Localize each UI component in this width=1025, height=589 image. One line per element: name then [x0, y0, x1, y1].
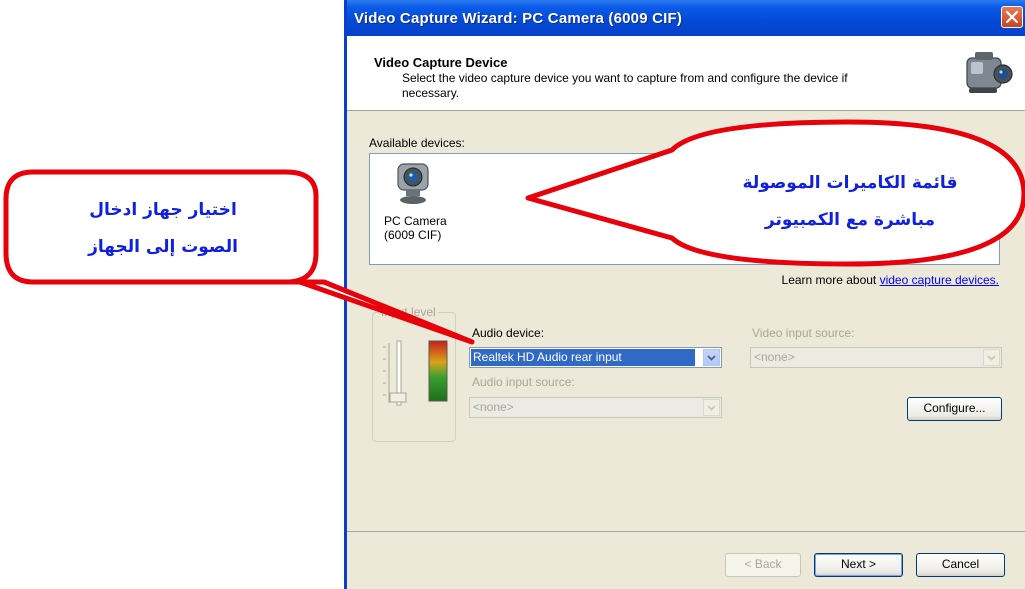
header-title: Video Capture Device — [374, 55, 508, 70]
device-item-label: PC Camera (6009 CIF) — [384, 214, 447, 242]
video-input-source-value: <none> — [754, 350, 795, 364]
input-level-slider[interactable] — [373, 313, 455, 441]
audio-device-label: Audio device: — [472, 326, 545, 340]
learn-more-text: Learn more about video capture devices. — [782, 273, 999, 287]
video-input-source-dropdown[interactable] — [983, 349, 1000, 366]
audio-input-source-dropdown[interactable] — [703, 399, 720, 416]
chevron-down-icon — [987, 355, 996, 361]
right-callout-line1: قائمة الكاميرات الموصولة — [742, 173, 958, 193]
audio-input-source-select[interactable]: <none> — [469, 397, 722, 418]
back-button[interactable]: < Back — [725, 553, 801, 577]
right-callout-line2: مباشرة مع الكمبيوتر — [764, 210, 936, 230]
footer-divider — [347, 531, 1025, 532]
audio-device-select[interactable]: Realtek HD Audio rear input — [469, 347, 722, 368]
wizard-header: Video Capture Device Select the video ca… — [347, 36, 1025, 111]
left-callout-text: اختيار جهاز ادخال الصوت إلى الجهاز — [18, 192, 308, 266]
window-title: Video Capture Wizard: PC Camera (6009 CI… — [354, 10, 683, 27]
video-input-source-select[interactable]: <none> — [750, 347, 1002, 368]
title-bar[interactable]: Video Capture Wizard: PC Camera (6009 CI… — [347, 0, 1025, 36]
input-level-group: Input level — [372, 305, 456, 442]
audio-device-value: Realtek HD Audio rear input — [471, 349, 695, 366]
chevron-down-icon — [707, 355, 716, 361]
video-input-source-label: Video input source: — [752, 326, 855, 340]
header-description: Select the video capture device you want… — [402, 71, 848, 100]
configure-button[interactable]: Configure... — [907, 397, 1002, 421]
available-devices-label: Available devices: — [369, 136, 465, 150]
close-button[interactable] — [1001, 6, 1023, 28]
right-callout-text: قائمة الكاميرات الموصولة مباشرة مع الكمب… — [700, 165, 1000, 239]
video-capture-devices-link[interactable]: video capture devices. — [880, 273, 999, 287]
camcorder-icon — [963, 48, 1013, 103]
next-button[interactable]: Next > — [814, 553, 903, 577]
audio-input-source-value: <none> — [473, 400, 514, 414]
left-callout-line1: اختيار جهاز ادخال — [89, 200, 237, 220]
audio-input-source-label: Audio input source: — [472, 375, 575, 389]
close-icon — [1006, 11, 1018, 23]
audio-device-dropdown[interactable] — [703, 349, 720, 366]
learn-more-prefix: Learn more about — [781, 273, 880, 287]
left-callout-line2: الصوت إلى الجهاز — [88, 237, 238, 257]
cancel-button[interactable]: Cancel — [916, 553, 1005, 577]
chevron-down-icon — [707, 405, 716, 411]
wizard-window: Video Capture Wizard: PC Camera (6009 CI… — [344, 0, 1025, 589]
webcam-icon — [397, 163, 429, 204]
